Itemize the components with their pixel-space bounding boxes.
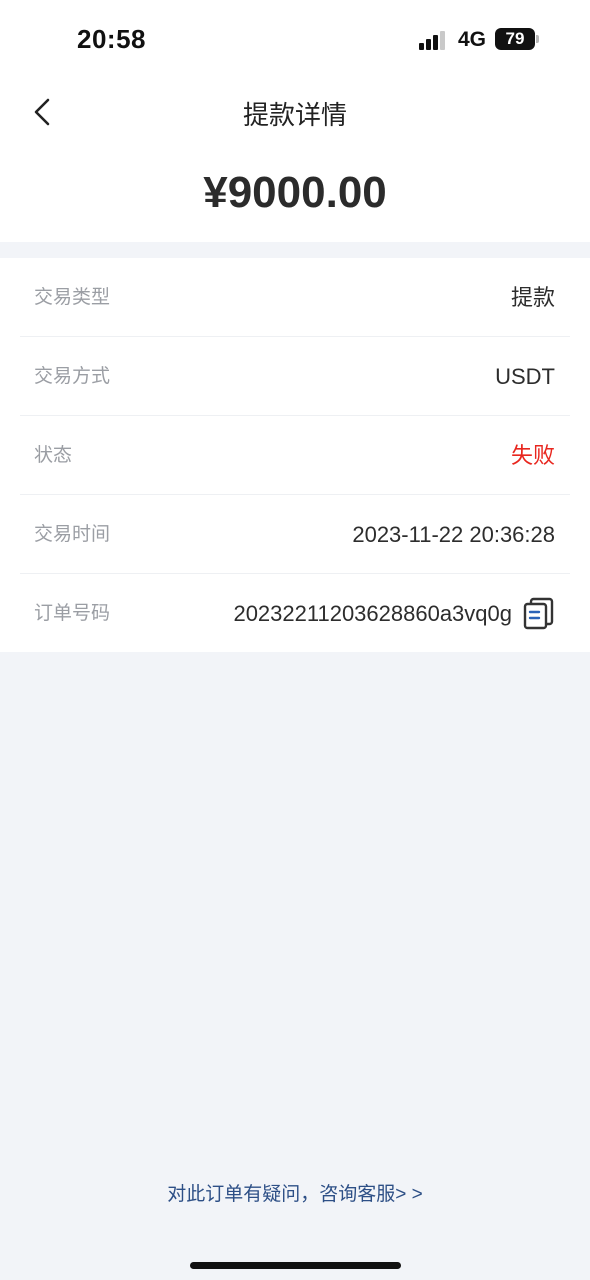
order-number-value: 20232211203628860a3vq0g [233, 601, 512, 626]
row-value: 提款 [510, 285, 555, 310]
row-label: 状态 [34, 445, 73, 466]
row-label: 订单号码 [34, 603, 111, 624]
withdrawal-detail-page: 20:58 4G 79 提款详情 ¥9000.00 交易类型 提款 交易方式 U… [0, 0, 590, 1280]
header: 提款详情 ¥9000.00 [0, 78, 590, 242]
withdrawal-amount: ¥9000.00 [203, 168, 387, 217]
row-status: 状态 失败 [20, 416, 570, 495]
battery-level: 79 [495, 28, 535, 50]
row-transaction-time: 交易时间 2023-11-22 20:36:28 [20, 495, 570, 574]
status-value: 失败 [510, 443, 555, 468]
copy-icon[interactable] [522, 596, 556, 630]
status-bar: 20:58 4G 79 [0, 0, 590, 78]
page-title: 提款详情 [242, 100, 347, 130]
row-label: 交易类型 [34, 287, 111, 308]
row-transaction-type: 交易类型 提款 [20, 258, 570, 337]
row-order-number: 订单号码 20232211203628860a3vq0g [20, 574, 570, 653]
contact-support-link[interactable]: 对此订单有疑问，咨询客服> > [0, 1179, 590, 1206]
row-label: 交易方式 [34, 366, 111, 387]
status-time: 20:58 [77, 24, 146, 54]
battery-icon: 79 [495, 28, 539, 50]
row-value: USDT [495, 364, 555, 389]
home-indicator [190, 1262, 401, 1269]
details-list: 交易类型 提款 交易方式 USDT 状态 失败 交易时间 2023-11-22 … [0, 258, 590, 652]
row-transaction-method: 交易方式 USDT [20, 337, 570, 416]
row-label: 交易时间 [34, 524, 111, 545]
network-type: 4G [458, 28, 487, 51]
row-value: 2023-11-22 20:36:28 [352, 522, 555, 547]
cellular-signal-icon [419, 30, 449, 50]
